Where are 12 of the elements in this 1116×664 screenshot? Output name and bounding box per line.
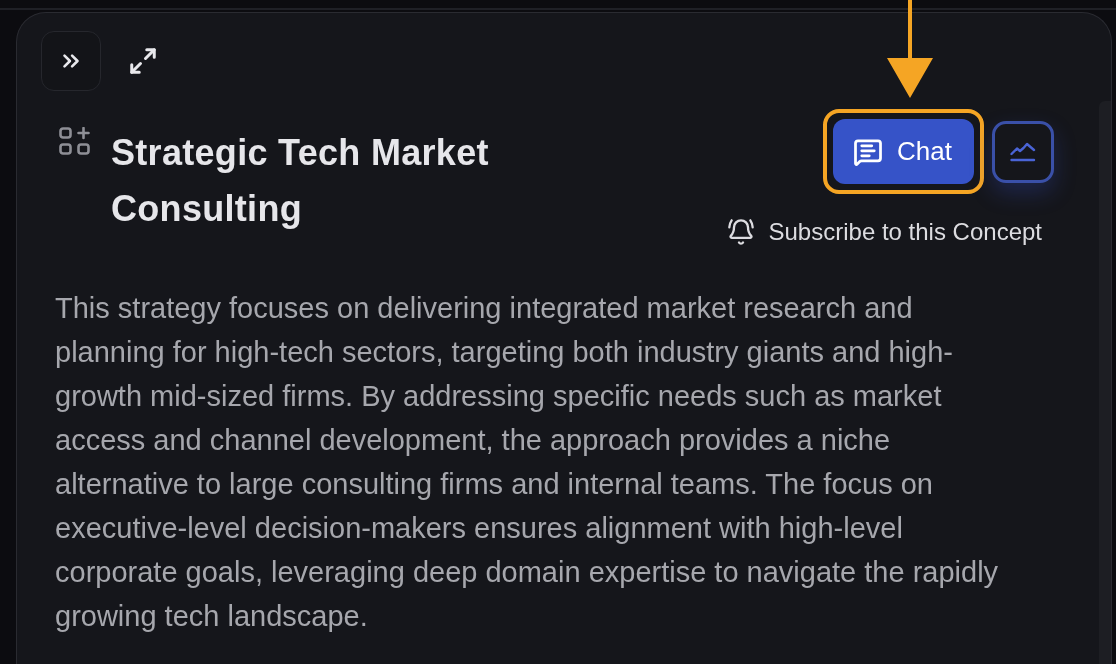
- collapse-toggle-button[interactable]: [41, 31, 101, 91]
- line-chart-icon: [1010, 141, 1036, 162]
- subscribe-link[interactable]: Subscribe to this Concept: [726, 218, 1042, 246]
- chart-button[interactable]: [992, 120, 1054, 183]
- concept-description: This strategy focuses on delivering integrated market research and planning for high-tech sectors, targeting both industry giants and high-growth mid-sized firms. By addressing specific needs such as market access and channel development, the approach provides a niche alternative to large consulting firms and internal teams. The focus on executive-level decision-makers ensures alignment with high-level corporate goals, leveraging deep domain expertise to navigate the rapidly growing tech landscape.: [55, 291, 1000, 634]
- message-icon: [853, 136, 884, 167]
- grid-plus-icon: [59, 127, 91, 155]
- concept-title: Strategic Tech Market Consulting: [111, 131, 490, 231]
- bell-icon: [726, 218, 755, 246]
- expand-arrows-icon: [128, 46, 158, 76]
- chat-button[interactable]: Chat: [833, 119, 974, 184]
- scrollbar-track[interactable]: [1099, 101, 1111, 664]
